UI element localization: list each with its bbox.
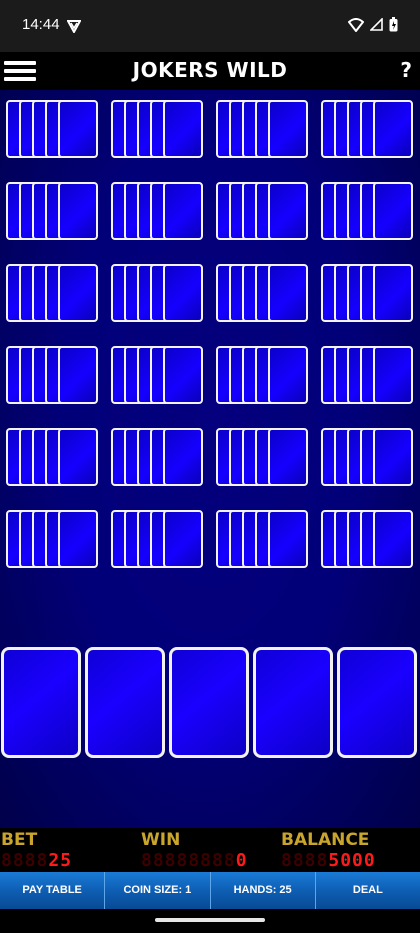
- hand-stack: [216, 182, 309, 240]
- hand-stack: [321, 182, 414, 240]
- card-back: [163, 264, 203, 322]
- page-title: JOKERS WILD: [132, 58, 288, 82]
- hand-stack: [6, 346, 99, 404]
- card-back: [163, 510, 203, 568]
- pay-table-button[interactable]: PAY TABLE: [0, 872, 106, 909]
- hand-stack: [216, 510, 309, 568]
- card-back: [58, 428, 98, 486]
- main-card-2[interactable]: [85, 647, 165, 758]
- hand-stack: [216, 264, 309, 322]
- hands-button[interactable]: HANDS: 25: [211, 872, 316, 909]
- deal-button[interactable]: DEAL: [316, 872, 420, 909]
- card-back: [373, 100, 413, 158]
- hand-stack: [216, 100, 309, 158]
- navigation-bar: [0, 909, 420, 933]
- hand-stack: [6, 428, 99, 486]
- hand-stack: [6, 264, 99, 322]
- hand-stack: [111, 182, 204, 240]
- hand-stack: [321, 264, 414, 322]
- hand-stack: [216, 346, 309, 404]
- card-back: [58, 264, 98, 322]
- hand-stack: [321, 100, 414, 158]
- hand-stack: [111, 428, 204, 486]
- card-back: [268, 428, 308, 486]
- hand-stack: [6, 182, 99, 240]
- balance-label: BALANCE: [281, 830, 370, 850]
- help-button[interactable]: ?: [400, 58, 412, 82]
- bet-value: 888825: [1, 850, 73, 871]
- shield-v-icon: [66, 18, 82, 37]
- card-back: [373, 428, 413, 486]
- hand-stack: [6, 100, 99, 158]
- card-back: [58, 182, 98, 240]
- card-back: [268, 346, 308, 404]
- status-bar: 14:44: [0, 0, 420, 52]
- card-back: [58, 100, 98, 158]
- title-bar: JOKERS WILD ?: [0, 52, 420, 90]
- card-back: [268, 510, 308, 568]
- status-time: 14:44: [22, 16, 60, 33]
- card-back: [373, 510, 413, 568]
- hand-stack: [216, 428, 309, 486]
- hand-stack: [321, 510, 414, 568]
- home-gesture-pill[interactable]: [155, 918, 265, 922]
- win-label: WIN: [141, 830, 181, 850]
- hand-stack: [321, 428, 414, 486]
- meter-bar: BET 888825 WIN 888888880 BALANCE 8888500…: [0, 828, 420, 872]
- win-value: 888888880: [141, 850, 248, 871]
- main-card-4[interactable]: [253, 647, 333, 758]
- hand-stack: [111, 264, 204, 322]
- card-back: [268, 182, 308, 240]
- card-back: [373, 182, 413, 240]
- main-card-1[interactable]: [1, 647, 81, 758]
- hand-stack: [111, 100, 204, 158]
- coin-size-button[interactable]: COIN SIZE: 1: [105, 872, 211, 909]
- hand-stack: [321, 346, 414, 404]
- card-back: [58, 346, 98, 404]
- battery-icon: [389, 17, 398, 32]
- card-back: [268, 100, 308, 158]
- card-back: [163, 428, 203, 486]
- card-back: [373, 264, 413, 322]
- wifi-icon: [348, 17, 364, 32]
- signal-icon: [370, 18, 383, 31]
- button-bar: PAY TABLE COIN SIZE: 1 HANDS: 25 DEAL: [0, 872, 420, 909]
- balance-value: 88885000: [281, 850, 376, 871]
- card-back: [163, 346, 203, 404]
- card-back: [373, 346, 413, 404]
- main-card-5[interactable]: [337, 647, 417, 758]
- hand-stack: [111, 346, 204, 404]
- card-back: [58, 510, 98, 568]
- bet-label: BET: [1, 830, 38, 850]
- main-card-3[interactable]: [169, 647, 249, 758]
- hand-stack: [6, 510, 99, 568]
- game-table: [0, 90, 420, 828]
- card-back: [163, 100, 203, 158]
- hand-stack: [111, 510, 204, 568]
- card-back: [163, 182, 203, 240]
- card-back: [268, 264, 308, 322]
